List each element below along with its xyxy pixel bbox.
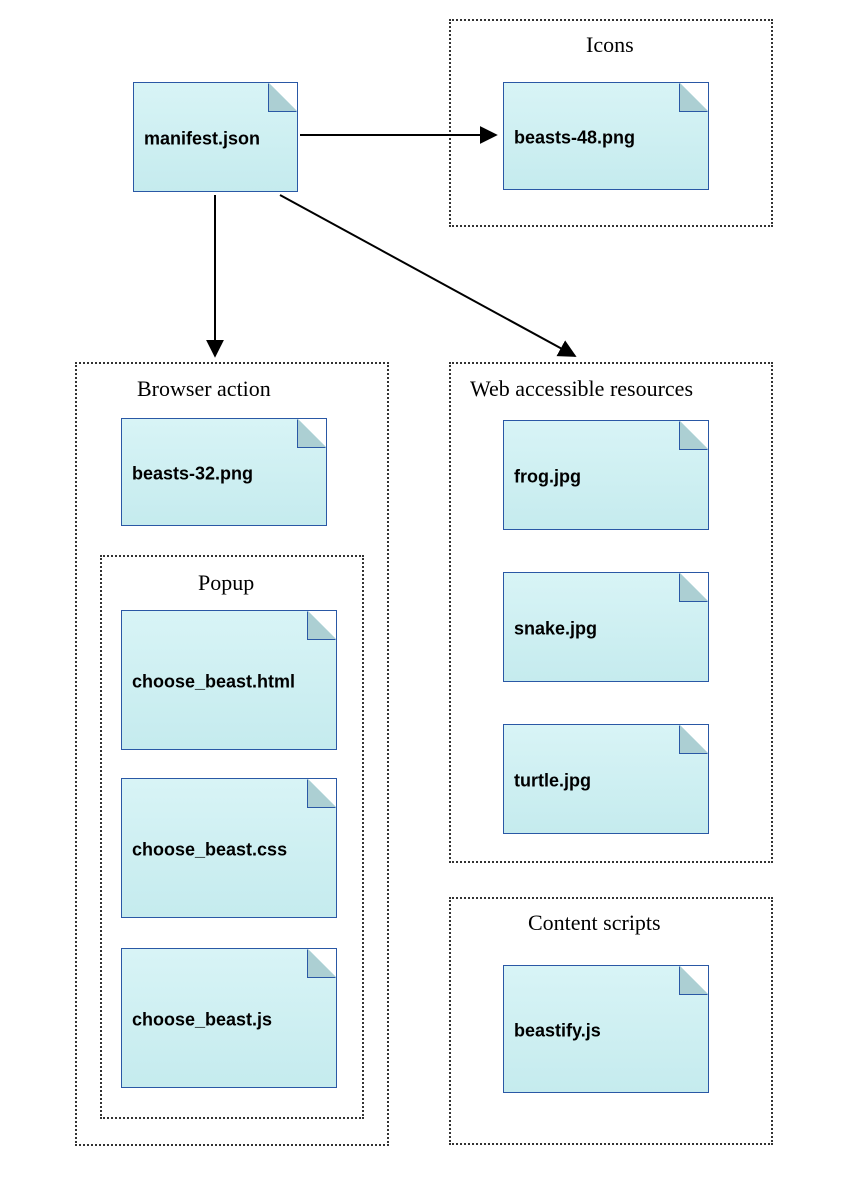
file-node-frog: frog.jpg bbox=[503, 420, 709, 530]
file-node-choose-css: choose_beast.css bbox=[121, 778, 337, 918]
file-label: frog.jpg bbox=[514, 467, 698, 488]
file-label: manifest.json bbox=[144, 129, 287, 150]
file-corner-icon bbox=[680, 421, 708, 449]
diagram-canvas: manifest.json Icons beasts-48.png Browse… bbox=[0, 0, 860, 1200]
group-label-war: Web accessible resources bbox=[470, 376, 693, 402]
file-node-beastify: beastify.js bbox=[503, 965, 709, 1093]
file-node-snake: snake.jpg bbox=[503, 572, 709, 682]
file-node-beasts32: beasts-32.png bbox=[121, 418, 327, 526]
file-label: choose_beast.html bbox=[132, 672, 326, 693]
file-label: choose_beast.js bbox=[132, 1010, 326, 1031]
group-label-popup: Popup bbox=[198, 570, 254, 596]
file-label: choose_beast.css bbox=[132, 840, 326, 861]
group-label-icons: Icons bbox=[586, 32, 634, 58]
group-label-browser-action: Browser action bbox=[137, 376, 271, 402]
file-corner-icon bbox=[298, 419, 326, 447]
file-corner-icon bbox=[680, 966, 708, 994]
file-corner-icon bbox=[269, 83, 297, 111]
file-node-icons: beasts-48.png bbox=[503, 82, 709, 190]
file-label: turtle.jpg bbox=[514, 771, 698, 792]
file-label: beastify.js bbox=[514, 1021, 698, 1042]
file-label: snake.jpg bbox=[514, 619, 698, 640]
file-corner-icon bbox=[308, 611, 336, 639]
group-label-content-scripts: Content scripts bbox=[528, 910, 661, 936]
file-corner-icon bbox=[308, 779, 336, 807]
file-label: beasts-32.png bbox=[132, 464, 316, 485]
file-node-choose-js: choose_beast.js bbox=[121, 948, 337, 1088]
file-label: beasts-48.png bbox=[514, 128, 698, 149]
file-node-manifest: manifest.json bbox=[133, 82, 298, 192]
file-corner-icon bbox=[680, 573, 708, 601]
file-corner-icon bbox=[680, 725, 708, 753]
file-corner-icon bbox=[680, 83, 708, 111]
file-node-choose-html: choose_beast.html bbox=[121, 610, 337, 750]
file-node-turtle: turtle.jpg bbox=[503, 724, 709, 834]
file-corner-icon bbox=[308, 949, 336, 977]
